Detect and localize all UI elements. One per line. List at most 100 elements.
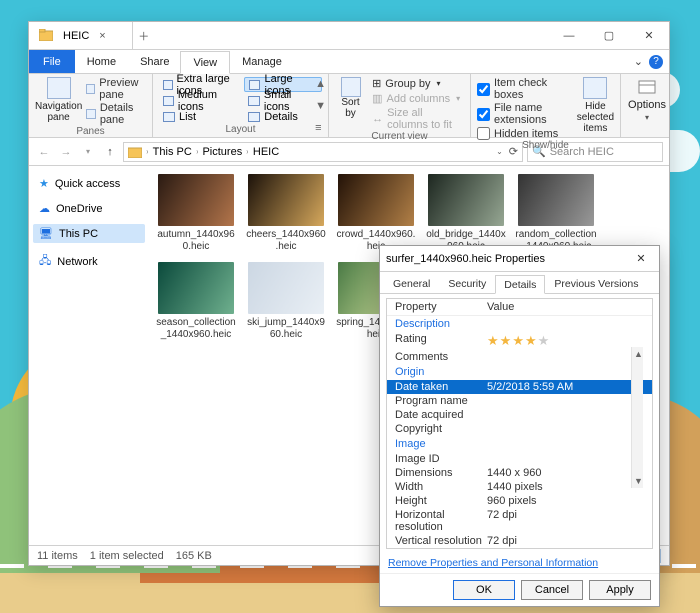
close-button[interactable]: ✕ — [629, 252, 653, 265]
property-row-selected[interactable]: Date taken5/2/2018 5:59 AM — [387, 380, 652, 394]
group-by-button[interactable]: ⊞Group by▾ — [372, 77, 464, 90]
file-item[interactable]: season_collection_1440x960.heic — [155, 262, 237, 340]
ok-button[interactable]: OK — [453, 580, 515, 600]
scroll-up-icon[interactable]: ▲ — [315, 78, 326, 90]
file-ext-toggle[interactable]: File name extensions — [477, 102, 571, 126]
new-tab-button[interactable]: ＋ — [133, 28, 155, 44]
hidden-items-label: Hidden items — [494, 128, 558, 140]
breadcrumb[interactable]: › This PC › Pictures › HEIC ⌄ ⟳ — [123, 142, 523, 162]
sidebar-item-onedrive[interactable]: ☁OneDrive — [33, 199, 145, 218]
tab-security[interactable]: Security — [439, 274, 495, 293]
sort-by-label: Sort by — [335, 97, 366, 119]
property-label: Vertical resolution — [395, 535, 487, 547]
close-button[interactable]: ✕ — [629, 22, 669, 50]
tab-general[interactable]: General — [384, 274, 439, 293]
window-tab[interactable]: HEIC × — [29, 22, 133, 49]
network-icon: 🖧 — [39, 252, 51, 271]
file-name: ski_jump_1440x960.heic — [245, 317, 327, 340]
scroll-down-icon[interactable]: ▼ — [634, 476, 643, 486]
tab-previous-versions[interactable]: Previous Versions — [545, 274, 647, 293]
scroll-down-icon[interactable]: ▼ — [315, 100, 326, 112]
file-thumbnail — [248, 262, 324, 314]
help-icon[interactable]: ? — [649, 55, 663, 69]
cancel-button[interactable]: Cancel — [521, 580, 583, 600]
breadcrumb-item[interactable]: Pictures — [202, 146, 242, 158]
ribbon: Navigation pane Preview pane Details pan… — [29, 74, 669, 138]
breadcrumb-item[interactable]: HEIC — [253, 146, 279, 158]
property-label: Copyright — [395, 423, 487, 435]
options-button[interactable]: Options ▾ — [627, 77, 667, 122]
property-row: Rating★★★★★ — [387, 332, 652, 350]
sidebar-item-label: Quick access — [55, 178, 120, 190]
menu-manage[interactable]: Manage — [230, 50, 294, 73]
layout-small[interactable]: Small icons — [244, 93, 322, 108]
scrollbar[interactable]: ▲ ▼ — [631, 347, 643, 488]
ribbon-group-showhide-title: Show/hide — [477, 140, 614, 153]
file-item[interactable]: crowd_1440x960.heic — [335, 174, 417, 252]
extra-large-icon — [163, 80, 173, 90]
sidebar-item-quick-access[interactable]: ★Quick access — [33, 174, 145, 193]
maximize-button[interactable]: ▢ — [589, 22, 629, 50]
nav-up-button[interactable]: ↑ — [101, 146, 119, 158]
file-item[interactable]: random_collection_1440x960.heic — [515, 174, 597, 252]
remove-properties-link[interactable]: Remove Properties and Personal Informati… — [380, 553, 659, 573]
scroll-up-icon[interactable]: ▲ — [634, 349, 643, 359]
nav-recent-button[interactable]: ▾ — [79, 147, 97, 156]
properties-dialog: surfer_1440x960.heic Properties ✕ Genera… — [379, 245, 660, 607]
properties-title: surfer_1440x960.heic Properties — [386, 253, 545, 265]
rating-stars[interactable]: ★★★★★ — [487, 333, 644, 349]
hidden-items-toggle[interactable]: Hidden items — [477, 127, 571, 140]
properties-title-bar[interactable]: surfer_1440x960.heic Properties ✕ — [380, 246, 659, 272]
layout-medium[interactable]: Medium icons — [159, 93, 242, 108]
sidebar: ★Quick access ☁OneDrive 🖥This PC 🖧Networ… — [29, 166, 149, 545]
property-row: Comments — [387, 350, 652, 364]
sidebar-item-network[interactable]: 🖧Network — [33, 249, 145, 274]
menu-view[interactable]: View — [180, 51, 230, 74]
options-label: Options — [628, 99, 666, 111]
ribbon-group-layout-title: Layout — [159, 124, 322, 137]
expand-icon[interactable]: ≡ — [315, 122, 326, 134]
navigation-pane-icon — [47, 77, 71, 99]
details-pane-icon — [86, 109, 96, 119]
menu-share[interactable]: Share — [128, 50, 181, 73]
preview-pane-button[interactable]: Preview pane — [86, 77, 146, 101]
file-item[interactable]: cheers_1440x960.heic — [245, 174, 327, 252]
size-columns-button[interactable]: ↔Size all columns to fit — [372, 107, 464, 131]
medium-icon — [163, 96, 174, 106]
property-row: Image ID — [387, 452, 652, 466]
property-label: Dimensions — [395, 467, 487, 479]
breadcrumb-item[interactable]: This PC — [153, 146, 192, 158]
file-thumbnail — [428, 174, 504, 226]
sort-icon — [341, 77, 361, 97]
nav-back-button[interactable]: ← — [35, 146, 53, 158]
properties-list[interactable]: Description Rating★★★★★ Comments Origin … — [387, 316, 652, 548]
layout-list[interactable]: List — [159, 109, 242, 124]
file-item[interactable]: ski_jump_1440x960.heic — [245, 262, 327, 340]
add-columns-button[interactable]: ▥Add columns▾ — [372, 92, 464, 105]
sort-by-button[interactable]: Sort by — [335, 77, 366, 131]
menu-file[interactable]: File — [29, 50, 75, 73]
property-value: 1440 pixels — [487, 481, 644, 493]
hide-selected-button[interactable]: Hide selected items — [577, 77, 614, 140]
file-name: cheers_1440x960.heic — [245, 229, 327, 252]
details-pane-button[interactable]: Details pane — [86, 102, 146, 126]
list-icon — [163, 112, 175, 122]
tab-details[interactable]: Details — [495, 275, 545, 294]
chevron-right-icon: › — [146, 147, 148, 156]
minimize-button[interactable]: — — [549, 22, 589, 50]
property-row: Program name — [387, 394, 652, 408]
item-check-toggle[interactable]: Item check boxes — [477, 77, 571, 101]
file-item[interactable]: old_bridge_1440x960.heic — [425, 174, 507, 252]
close-tab-icon[interactable]: × — [99, 30, 105, 42]
navigation-pane-button[interactable]: Navigation pane — [35, 77, 82, 126]
apply-button[interactable]: Apply — [589, 580, 651, 600]
ribbon-collapse-icon[interactable]: ⌄ — [634, 55, 643, 68]
layout-details[interactable]: Details — [244, 109, 322, 124]
file-thumbnail — [338, 174, 414, 226]
sidebar-item-this-pc[interactable]: 🖥This PC — [33, 224, 145, 243]
nav-forward-button[interactable]: → — [57, 146, 75, 158]
menu-home[interactable]: Home — [75, 50, 128, 73]
status-item-count: 11 items — [37, 550, 78, 562]
details-pane-label: Details pane — [100, 102, 146, 126]
file-item[interactable]: autumn_1440x960.heic — [155, 174, 237, 252]
